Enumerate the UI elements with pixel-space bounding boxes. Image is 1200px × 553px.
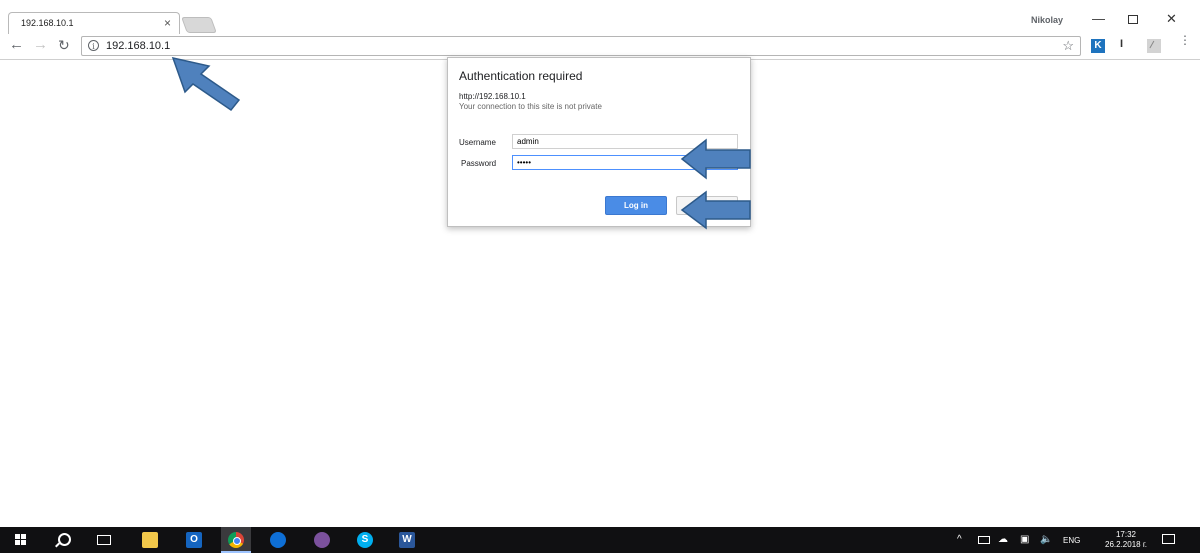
tab-close-icon[interactable]: × [164, 16, 171, 30]
extension-i-icon[interactable]: I [1120, 38, 1123, 50]
annotation-arrow-url [171, 56, 241, 112]
login-button[interactable]: Log in [605, 196, 667, 215]
task-view-icon[interactable] [97, 535, 111, 545]
new-tab-button[interactable] [181, 17, 217, 33]
annotation-arrow-password-shape [680, 138, 751, 180]
annotation-arrow-login [680, 190, 751, 230]
info-icon[interactable]: i [88, 40, 99, 51]
annotation-arrow-url-shape [171, 56, 241, 112]
kaspersky-extension-icon[interactable]: K [1091, 39, 1105, 53]
skype-icon[interactable]: S [357, 532, 373, 548]
username-label: Username [459, 138, 496, 147]
back-arrow-icon[interactable]: ← [9, 37, 24, 53]
minimize-button[interactable]: — [1092, 12, 1105, 26]
dialog-privacy-note: Your connection to this site is not priv… [459, 102, 602, 111]
profile-name[interactable]: Nikolay [1031, 15, 1063, 25]
tray-expand-icon[interactable]: ^ [957, 534, 962, 545]
viber-icon[interactable] [314, 532, 330, 548]
windows-taskbar: O S W ^ ☁ ▣ 🔈 ENG 17:32 26.2.2018 г. [0, 527, 1200, 553]
forward-arrow-icon[interactable]: → [33, 37, 48, 53]
clock-date: 26.2.2018 г. [1105, 540, 1147, 549]
file-explorer-icon[interactable] [142, 532, 158, 548]
tab-strip: 192.168.10.1 × Nikolay — ✕ [0, 0, 1200, 34]
search-icon[interactable] [58, 533, 71, 546]
bookmark-star-icon[interactable]: ☆ [1062, 38, 1074, 54]
close-window-button[interactable]: ✕ [1166, 12, 1177, 26]
tab-title: 192.168.10.1 [21, 18, 74, 28]
network-icon[interactable]: ☁ [998, 534, 1008, 545]
pdf-extension-icon[interactable] [1147, 39, 1161, 53]
teamviewer-icon[interactable] [270, 532, 286, 548]
outlook-icon[interactable]: O [186, 532, 202, 548]
vpn-icon[interactable]: ▣ [1020, 534, 1029, 545]
taskbar-clock[interactable]: 17:32 26.2.2018 г. [1098, 530, 1154, 550]
language-indicator[interactable]: ENG [1063, 536, 1080, 545]
reload-icon[interactable]: ↻ [58, 37, 70, 53]
chrome-icon[interactable] [228, 532, 244, 548]
dialog-title: Authentication required [459, 69, 583, 83]
clock-time: 17:32 [1115, 530, 1137, 539]
volume-icon[interactable]: 🔈 [1040, 534, 1052, 545]
browser-tab[interactable]: 192.168.10.1 × [8, 12, 180, 34]
menu-dots-icon[interactable]: ⋮ [1179, 34, 1191, 46]
notifications-icon[interactable] [1162, 534, 1175, 544]
annotation-arrow-login-shape [680, 190, 751, 230]
word-icon[interactable]: W [399, 532, 415, 548]
battery-icon[interactable] [978, 536, 990, 544]
restore-icon [1128, 15, 1138, 24]
annotation-arrow-password [680, 138, 751, 180]
password-label: Password [461, 159, 497, 168]
address-url[interactable]: 192.168.10.1 [106, 40, 170, 52]
dialog-url: http://192.168.10.1 [459, 92, 526, 101]
windows-start-icon[interactable] [15, 534, 27, 546]
restore-button[interactable] [1128, 12, 1138, 26]
